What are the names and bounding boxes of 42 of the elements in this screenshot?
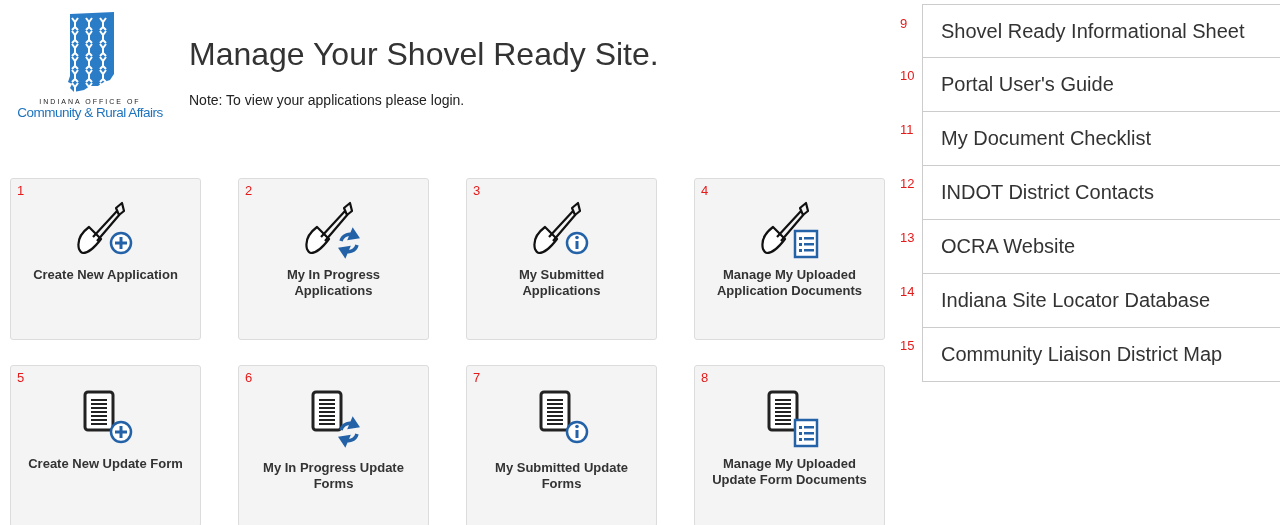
link-number: 12 (900, 175, 916, 191)
tile-label: My In Progress Update Forms (262, 460, 405, 492)
link-number: 15 (900, 337, 916, 353)
action-tile[interactable]: 1 Create New Application (10, 178, 201, 340)
tile-number: 7 (473, 370, 481, 385)
logo-text: Community & Rural Affairs (17, 105, 163, 120)
tile-number: 5 (17, 370, 25, 385)
action-tile[interactable]: 5 Create New Update Form (10, 365, 201, 525)
link-number: 13 (900, 229, 916, 245)
action-tile[interactable]: 6 My In Progress Update Forms (238, 365, 429, 525)
resource-link[interactable]: Indiana Site Locator Database (922, 274, 1280, 328)
tile-label: Create New Update Form (27, 456, 184, 472)
tile-label: Manage My Uploaded Application Documents (715, 267, 864, 299)
tile-label: Create New Application (32, 267, 179, 283)
tile-number: 8 (701, 370, 709, 385)
resource-link[interactable]: Community Liaison District Map (922, 328, 1280, 382)
tile-label: Manage My Uploaded Update Form Documents (711, 456, 868, 488)
resource-link[interactable]: Portal User's Guide (922, 58, 1280, 112)
tile-label: My Submitted Applications (517, 267, 606, 299)
link-number: 11 (900, 121, 915, 137)
tile-number: 4 (701, 183, 709, 198)
tile-number: 6 (245, 370, 253, 385)
page-title: Manage Your Shovel Ready Site. (189, 36, 659, 73)
shovel-list-icon (758, 199, 821, 261)
link-number: 14 (900, 283, 916, 299)
tile-number: 2 (245, 183, 253, 198)
tile-label: My Submitted Update Forms (494, 460, 629, 492)
resource-link[interactable]: My Document Checklist (922, 112, 1280, 166)
tile-number: 3 (473, 183, 481, 198)
action-tile[interactable]: 7 My Submitted Update Forms (466, 365, 657, 525)
action-tile[interactable]: 3 My Submitted Applications (466, 178, 657, 340)
tile-label: My In Progress Applications (285, 267, 382, 299)
login-note: Note: To view your applications please login. (189, 92, 466, 108)
tile-number: 1 (17, 183, 25, 198)
action-tile[interactable]: 2 My In Progress Applications (238, 178, 429, 340)
link-number: 10 (900, 67, 916, 83)
action-tile[interactable]: 8 Manage My Uploaded Update Form Documents (694, 365, 885, 525)
resource-link[interactable]: Shovel Ready Informational Sheet (922, 4, 1280, 58)
resource-link[interactable]: OCRA Website (922, 220, 1280, 274)
action-tile[interactable]: 4 Manage My Uploaded Application Documents (694, 178, 885, 340)
resource-link[interactable]: INDOT District Contacts (922, 166, 1280, 220)
link-number: 9 (900, 15, 909, 31)
